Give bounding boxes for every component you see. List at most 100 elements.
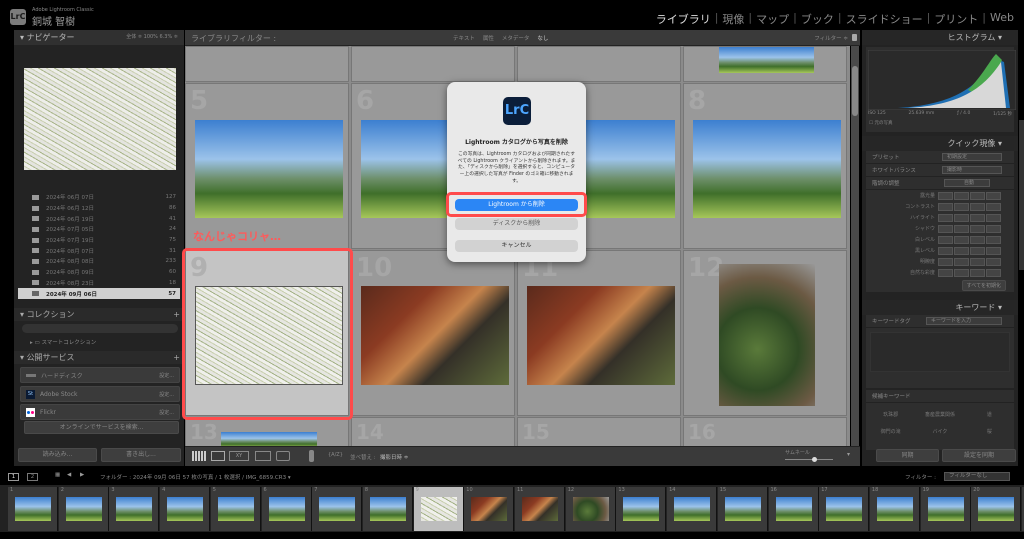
service-adobe-stock[interactable]: St Adobe Stock 設定... <box>20 386 180 402</box>
grid-cell[interactable]: 13 <box>185 417 349 448</box>
filmstrip-thumb[interactable]: 1 <box>8 487 58 531</box>
keywords-header[interactable]: キーワード ▾ <box>862 300 1018 315</box>
grid-cell[interactable]: 15 <box>517 417 681 447</box>
grid-cell[interactable]: 12 <box>683 250 847 416</box>
decrease-large-button[interactable] <box>938 224 953 233</box>
filmstrip-thumb[interactable]: 9 <box>413 487 464 531</box>
decrease-large-button[interactable] <box>938 268 953 277</box>
window-2-button[interactable]: 2 <box>27 473 38 481</box>
increase-button[interactable] <box>970 246 985 255</box>
increase-large-button[interactable] <box>986 257 1001 266</box>
filmstrip-thumb[interactable]: 17 <box>819 487 870 531</box>
decrease-large-button[interactable] <box>938 213 953 222</box>
filmstrip-thumb[interactable]: 10 <box>464 487 515 531</box>
keyword-suggestion[interactable]: バイク <box>915 428 964 435</box>
sync-button[interactable]: 同期 <box>876 449 939 462</box>
folder-item[interactable]: 2024年 06月 19日 41 <box>18 213 180 224</box>
folder-item-selected[interactable]: 2024年 09月 06日 57 <box>18 288 180 299</box>
auto-tone-button[interactable]: 自動 <box>944 179 990 187</box>
decrease-large-button[interactable] <box>938 235 953 244</box>
decrease-button[interactable] <box>954 246 969 255</box>
window-1-button[interactable]: 1 <box>8 473 19 481</box>
add-service-icon[interactable]: + <box>173 351 180 364</box>
zoom-options[interactable]: 全体 ≑ 100% 6.3% ≑ <box>126 30 178 45</box>
module-develop[interactable]: 現像 <box>718 11 748 27</box>
forward-arrow-icon[interactable]: ▶ <box>80 472 84 478</box>
increase-large-button[interactable] <box>986 202 1001 211</box>
survey-view-icon[interactable] <box>255 451 271 461</box>
grid-cell[interactable] <box>683 46 847 82</box>
service-settings[interactable]: 設定... <box>159 391 174 398</box>
filmstrip-thumb[interactable]: 3 <box>109 487 160 531</box>
decrease-button[interactable] <box>954 191 969 200</box>
increase-large-button[interactable] <box>986 235 1001 244</box>
grid-icon[interactable]: ▦ <box>55 472 60 478</box>
decrease-button[interactable] <box>954 268 969 277</box>
filmstrip-thumb[interactable]: 13 <box>616 487 667 531</box>
preset-select[interactable]: 初期設定 <box>942 153 1002 161</box>
service-flickr[interactable]: Flickr 設定... <box>20 404 180 420</box>
filter-preset-select[interactable]: フィルター ≑ <box>814 34 848 42</box>
decrease-button[interactable] <box>954 235 969 244</box>
toolbar-menu-icon[interactable]: ▾ <box>847 451 850 458</box>
grid-cell[interactable] <box>185 46 349 82</box>
increase-large-button[interactable] <box>986 224 1001 233</box>
import-button[interactable]: 読み込み... <box>18 448 97 462</box>
thumbnail-size-slider[interactable] <box>785 457 833 462</box>
keyword-suggestion[interactable]: 御門の滝 <box>866 428 915 435</box>
service-settings[interactable]: 設定... <box>159 409 174 416</box>
increase-button[interactable] <box>970 191 985 200</box>
increase-button[interactable] <box>970 213 985 222</box>
keyword-suggestion[interactable]: 畜産農業関係 <box>915 411 964 418</box>
decrease-large-button[interactable] <box>938 191 953 200</box>
sort-select[interactable]: 撮影日時 ≑ <box>380 453 408 461</box>
sync-settings-button[interactable]: 設定を同期 <box>942 449 1016 462</box>
filmstrip-path[interactable]: フォルダー : 2024年 09月 06日 57 枚の写真 / 1 枚選択 / … <box>100 473 291 481</box>
folder-item[interactable]: 2024年 08月 23日 18 <box>18 278 180 289</box>
navigator-preview[interactable] <box>24 68 176 170</box>
module-library[interactable]: ライブラリ <box>652 11 715 27</box>
module-print[interactable]: プリント <box>930 11 982 27</box>
thumbnail[interactable] <box>361 286 509 385</box>
module-book[interactable]: ブック <box>797 11 838 27</box>
filter-tab-none[interactable]: なし <box>537 34 548 42</box>
folder-item[interactable]: 2024年 06月 12日 86 <box>18 203 180 214</box>
decrease-button[interactable] <box>954 257 969 266</box>
module-web[interactable]: Web <box>986 11 1018 27</box>
grid-cell[interactable]: 5 <box>185 83 349 249</box>
folder-item[interactable]: 2024年 07月 19日 75 <box>18 235 180 246</box>
filmstrip-thumb[interactable]: 7 <box>312 487 363 531</box>
module-slideshow[interactable]: スライドショー <box>842 11 927 27</box>
filmstrip-thumb[interactable]: 12 <box>565 487 616 531</box>
grid-cell[interactable] <box>351 46 515 82</box>
increase-large-button[interactable] <box>986 213 1001 222</box>
filmstrip-thumb[interactable]: 5 <box>210 487 261 531</box>
thumbnail[interactable] <box>719 264 815 406</box>
cancel-button[interactable]: キャンセル <box>455 240 578 252</box>
filmstrip-thumb[interactable]: 15 <box>717 487 768 531</box>
filmstrip-thumb[interactable]: 11 <box>515 487 565 531</box>
filmstrip-thumb[interactable]: 16 <box>768 487 819 531</box>
filmstrip-thumb[interactable]: 8 <box>362 487 413 531</box>
folder-item[interactable]: 2024年 06月 07日 127 <box>18 192 180 203</box>
decrease-large-button[interactable] <box>938 246 953 255</box>
right-panel-scrollbar[interactable] <box>1019 120 1024 270</box>
lock-icon[interactable] <box>852 34 857 41</box>
navigator-header[interactable]: ▾ ナビゲーター 全体 ≑ 100% 6.3% ≑ <box>14 30 184 45</box>
folder-item[interactable]: 2024年 08月 07日 31 <box>18 245 180 256</box>
smart-collection-item[interactable]: ▸ ▭ スマートコレクション <box>30 338 96 346</box>
histogram-header[interactable]: ヒストグラム ▾ <box>862 30 1018 45</box>
delete-from-disk-button[interactable]: ディスクから削除 <box>455 218 578 230</box>
decrease-button[interactable] <box>954 202 969 211</box>
increase-large-button[interactable] <box>986 246 1001 255</box>
keyword-tag-select[interactable]: キーワードを入力 <box>926 317 1002 325</box>
filmstrip-thumb[interactable]: 6 <box>261 487 312 531</box>
reset-all-button[interactable]: すべてを初期化 <box>961 279 1006 291</box>
add-collection-icon[interactable]: + <box>173 308 180 321</box>
decrease-button[interactable] <box>954 213 969 222</box>
find-services-button[interactable]: オンラインでサービスを検索... <box>24 421 179 434</box>
filmstrip-thumb[interactable]: 2 <box>58 487 109 531</box>
decrease-large-button[interactable] <box>938 202 953 211</box>
service-hard-disk[interactable]: ハードディスク 設定... <box>20 367 180 383</box>
folder-item[interactable]: 2024年 08月 08日 233 <box>18 256 180 267</box>
